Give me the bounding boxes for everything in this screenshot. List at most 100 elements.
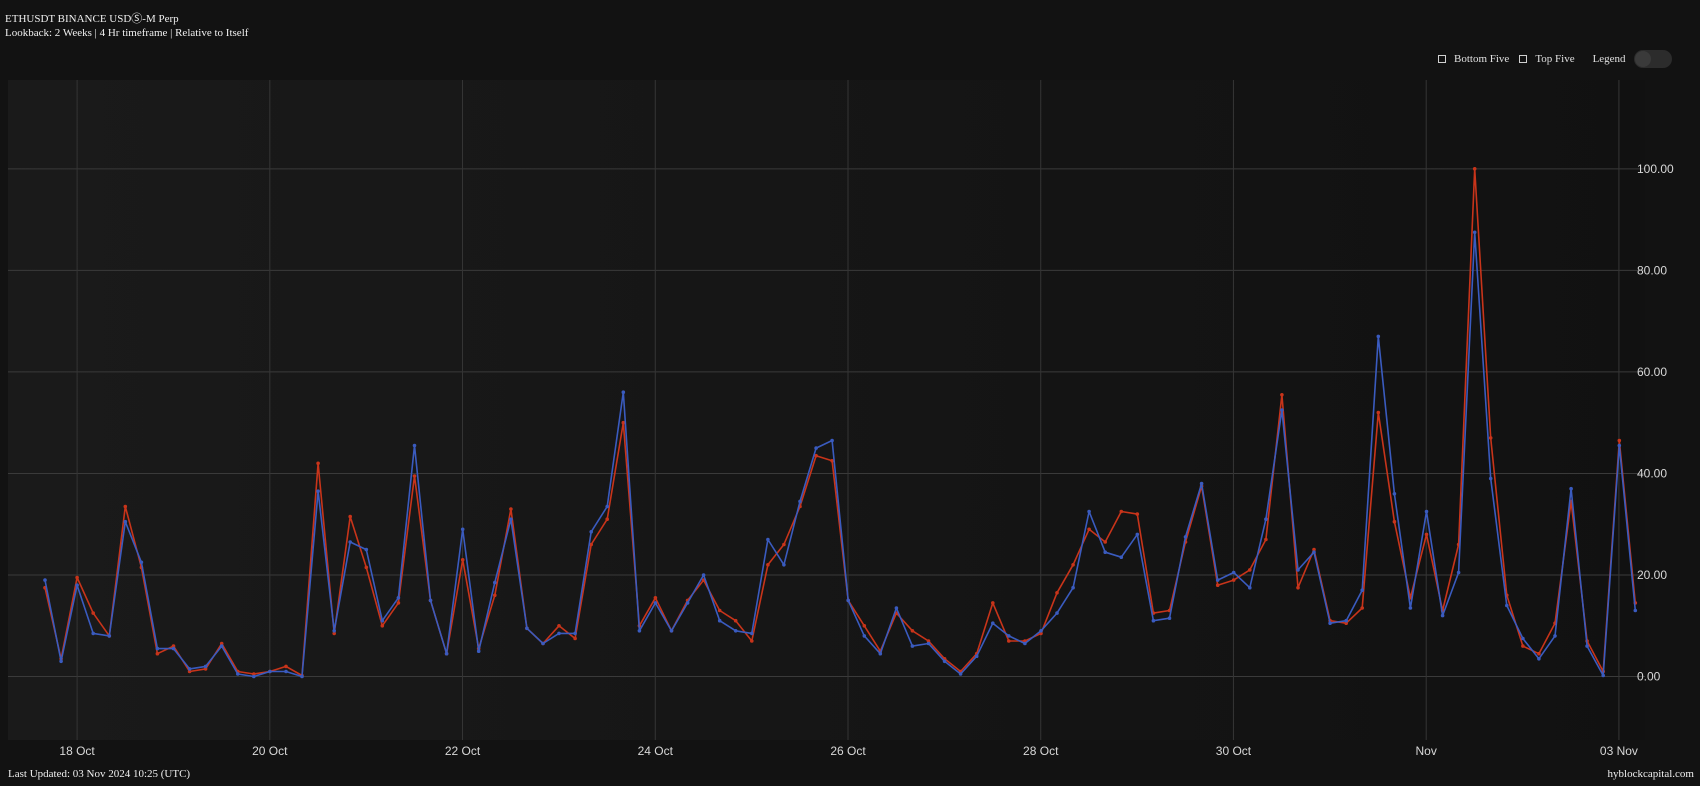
data-point[interactable]: [1633, 608, 1638, 613]
data-point[interactable]: [236, 672, 240, 676]
data-point[interactable]: [573, 631, 577, 636]
data-point[interactable]: [509, 507, 513, 511]
data-point[interactable]: [1360, 606, 1364, 610]
data-point[interactable]: [814, 446, 818, 450]
data-point[interactable]: [1488, 476, 1493, 481]
data-point[interactable]: [1215, 578, 1220, 582]
data-point[interactable]: [75, 583, 79, 587]
line-chart[interactable]: 0.00 20.00 40.00 60.00 80.00 100.00 18 Oct 20 …: [0, 80, 1700, 770]
data-point[interactable]: [798, 499, 802, 504]
data-point[interactable]: [1071, 585, 1075, 590]
data-point[interactable]: [187, 667, 192, 671]
data-point[interactable]: [380, 624, 385, 628]
data-point[interactable]: [1585, 644, 1589, 648]
bottom-five-toggle[interactable]: Bottom Five: [1438, 53, 1509, 65]
data-point[interactable]: [1071, 563, 1075, 567]
data-point[interactable]: [605, 517, 609, 521]
top-five-toggle[interactable]: Top Five: [1519, 53, 1575, 65]
data-point[interactable]: [509, 517, 513, 521]
data-point[interactable]: [637, 629, 642, 633]
data-point[interactable]: [1569, 486, 1573, 491]
data-point[interactable]: [412, 474, 417, 478]
data-point[interactable]: [589, 530, 593, 534]
data-point[interactable]: [348, 540, 353, 544]
data-point[interactable]: [1312, 550, 1316, 554]
data-point[interactable]: [1505, 603, 1509, 608]
data-point[interactable]: [300, 674, 304, 679]
top-five-checkbox[interactable]: [1519, 55, 1528, 63]
data-point[interactable]: [123, 504, 128, 509]
data-point[interactable]: [139, 560, 144, 565]
data-point[interactable]: [766, 537, 770, 542]
data-point[interactable]: [59, 659, 63, 664]
data-point[interactable]: [412, 443, 417, 448]
data-point[interactable]: [1215, 583, 1220, 587]
data-point[interactable]: [717, 608, 722, 613]
data-point[interactable]: [171, 646, 176, 651]
data-point[interactable]: [1087, 527, 1091, 532]
data-point[interactable]: [926, 641, 931, 646]
data-point[interactable]: [123, 519, 128, 524]
data-point[interactable]: [717, 618, 722, 623]
data-point[interactable]: [155, 646, 160, 651]
data-point[interactable]: [1039, 629, 1043, 633]
data-point[interactable]: [1408, 606, 1413, 610]
data-point[interactable]: [1553, 634, 1557, 638]
data-point[interactable]: [1280, 393, 1284, 397]
data-point[interactable]: [942, 659, 947, 664]
data-point[interactable]: [332, 629, 337, 633]
bottom-five-checkbox[interactable]: [1438, 55, 1446, 63]
legend-switch[interactable]: [1633, 50, 1672, 68]
data-point[interactable]: [557, 624, 561, 628]
data-point[interactable]: [685, 601, 690, 605]
data-point[interactable]: [974, 654, 979, 658]
data-point[interactable]: [155, 651, 160, 656]
data-point[interactable]: [1456, 570, 1461, 575]
data-point[interactable]: [1055, 611, 1059, 615]
data-point[interactable]: [1248, 585, 1252, 590]
data-point[interactable]: [653, 596, 658, 600]
data-point[interactable]: [862, 634, 867, 638]
data-point[interactable]: [219, 644, 224, 648]
data-point[interactable]: [653, 601, 658, 605]
data-point[interactable]: [364, 565, 369, 570]
data-point[interactable]: [348, 514, 353, 519]
data-point[interactable]: [830, 438, 834, 443]
data-point[interactable]: [460, 527, 465, 532]
data-point[interactable]: [493, 593, 497, 598]
data-point[interactable]: [476, 649, 481, 653]
data-point[interactable]: [1424, 532, 1429, 537]
data-point[interactable]: [750, 631, 754, 636]
data-point[interactable]: [1392, 492, 1397, 496]
data-point[interactable]: [493, 580, 497, 585]
data-point[interactable]: [1264, 537, 1268, 542]
data-point[interactable]: [75, 575, 79, 580]
data-point[interactable]: [1521, 644, 1525, 648]
data-point[interactable]: [605, 504, 609, 509]
data-point[interactable]: [396, 596, 401, 600]
data-point[interactable]: [750, 639, 754, 643]
data-point[interactable]: [1167, 616, 1172, 620]
data-point[interactable]: [1055, 591, 1059, 595]
data-point[interactable]: [1135, 532, 1140, 537]
data-point[interactable]: [1135, 512, 1140, 516]
data-point[interactable]: [958, 672, 963, 676]
data-point[interactable]: [284, 664, 288, 669]
data-point[interactable]: [1119, 509, 1124, 514]
data-point[interactable]: [316, 489, 320, 494]
data-point[interactable]: [1344, 618, 1348, 623]
data-point[interactable]: [910, 644, 915, 648]
data-point[interactable]: [1537, 657, 1541, 661]
data-point[interactable]: [1248, 568, 1252, 572]
data-point[interactable]: [669, 629, 674, 633]
data-point[interactable]: [1328, 621, 1332, 625]
data-point[interactable]: [1007, 639, 1011, 643]
data-point[interactable]: [91, 611, 95, 615]
data-point[interactable]: [991, 621, 995, 625]
data-point[interactable]: [782, 563, 786, 567]
data-point[interactable]: [1376, 410, 1381, 415]
data-point[interactable]: [766, 563, 770, 567]
data-point[interactable]: [1199, 481, 1204, 486]
data-point[interactable]: [1376, 334, 1381, 339]
data-point[interactable]: [1023, 641, 1027, 646]
